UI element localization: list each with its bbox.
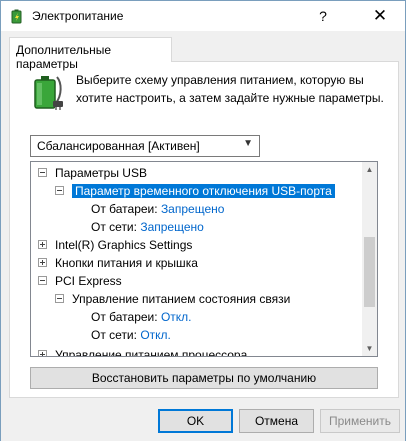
expand-icon[interactable] <box>38 258 47 268</box>
battery-icon <box>34 76 63 110</box>
scroll-up-arrow-icon[interactable]: ▲ <box>362 162 377 177</box>
window-title: Электропитание <box>32 9 124 23</box>
collapse-icon[interactable] <box>55 186 64 196</box>
tree-item-label: Управление питанием процессора <box>55 348 248 357</box>
tree-item-usb-settings[interactable]: Параметры USB <box>38 164 147 182</box>
tree-item-pci-express[interactable]: PCI Express <box>38 272 122 290</box>
plugged-in-label: От сети: <box>91 220 137 234</box>
settings-tree[interactable]: Параметры USB Параметр временного отключ… <box>30 161 378 357</box>
collapse-icon[interactable] <box>38 168 47 178</box>
apply-button[interactable]: Применить <box>320 409 400 433</box>
scroll-thumb[interactable] <box>364 237 375 307</box>
tree-item-usb-selective-suspend[interactable]: Параметр временного отключения USB-порта <box>55 182 335 200</box>
power-plan-select[interactable]: Сбалансированная [Активен] ▼ <box>30 135 260 157</box>
power-options-dialog: Электропитание ? ✕ Дополнительные параме… <box>0 0 406 441</box>
tree-item-label: Intel(R) Graphics Settings <box>55 238 193 252</box>
tree-item-usb-on-battery[interactable]: От батареи: Запрещено <box>91 200 224 218</box>
instructions-text: Выберите схему управления питанием, кото… <box>76 73 384 105</box>
pci-on-battery-value-link[interactable]: Откл. <box>161 310 192 324</box>
cancel-button[interactable]: Отмена <box>239 409 314 433</box>
tree-item-label: Управление питанием состояния связи <box>72 292 291 306</box>
tree-item-usb-plugged-in[interactable]: От сети: Запрещено <box>91 218 204 236</box>
plugged-in-label: От сети: <box>91 328 137 342</box>
help-button[interactable]: ? <box>313 5 333 27</box>
tree-item-intel-graphics[interactable]: Intel(R) Graphics Settings <box>38 236 192 254</box>
tree-item-pci-plugged-in[interactable]: От сети: Откл. <box>91 326 171 344</box>
tree-item-label: PCI Express <box>55 274 122 288</box>
restore-defaults-button[interactable]: Восстановить параметры по умолчанию <box>30 367 378 389</box>
tree-item-power-buttons[interactable]: Кнопки питания и крышка <box>38 254 198 272</box>
power-options-icon <box>11 9 22 24</box>
tree-item-label-selected: Параметр временного отключения USB-порта <box>72 184 335 198</box>
tree-scrollbar[interactable]: ▲ ▼ <box>362 162 377 356</box>
expand-icon[interactable] <box>38 240 47 250</box>
title-bar[interactable]: Электропитание ? ✕ <box>1 1 405 31</box>
tree-item-label: Параметры USB <box>55 166 147 180</box>
on-battery-label: От батареи: <box>91 310 158 324</box>
ok-button[interactable]: OK <box>158 409 233 433</box>
collapse-icon[interactable] <box>55 294 64 304</box>
collapse-icon[interactable] <box>38 276 47 286</box>
on-battery-label: От батареи: <box>91 202 158 216</box>
pci-plugged-in-value-link[interactable]: Откл. <box>140 328 171 342</box>
tree-item-cpu-power[interactable]: Управление питанием процессора <box>38 346 248 357</box>
tree-item-label: Кнопки питания и крышка <box>55 256 198 270</box>
tree-item-pci-on-battery[interactable]: От батареи: Откл. <box>91 308 192 326</box>
dialog-footer: OK Отмена Применить <box>1 401 405 441</box>
tree-item-link-state[interactable]: Управление питанием состояния связи <box>55 290 290 308</box>
expand-icon[interactable] <box>38 350 47 356</box>
power-plan-value: Сбалансированная [Активен] <box>37 139 200 153</box>
close-button[interactable]: ✕ <box>367 5 393 27</box>
usb-plugged-in-value-link[interactable]: Запрещено <box>140 220 203 234</box>
scroll-down-arrow-icon[interactable]: ▼ <box>362 341 377 356</box>
usb-on-battery-value-link[interactable]: Запрещено <box>161 202 224 216</box>
tab-advanced-settings[interactable]: Дополнительные параметры <box>9 37 172 71</box>
chevron-down-icon: ▼ <box>243 138 253 149</box>
